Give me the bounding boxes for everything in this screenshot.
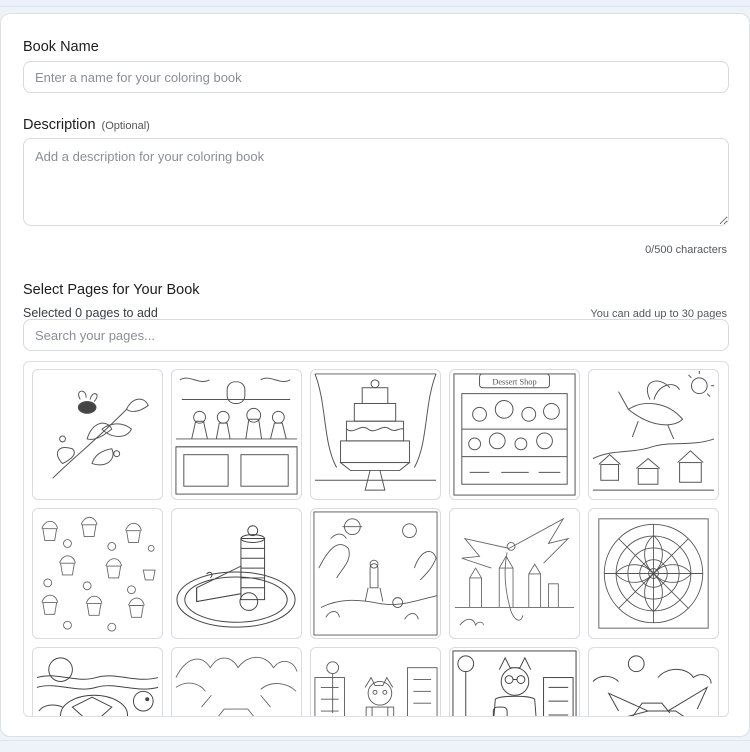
cat-city-illustration [314,661,438,716]
search-pages-input[interactable] [23,319,729,351]
selected-count: Selected 0 pages to add [23,306,158,320]
page-thumbnail-pagoda-trees[interactable] [171,647,302,716]
page-thumbnail-bee-flower[interactable] [32,369,163,500]
page-thumbnail-cupcake-pattern[interactable] [32,508,163,639]
select-pages-title: Select Pages for Your Book [23,282,200,298]
bee-flower-illustration [52,390,149,479]
page-thumbnail-cat-city-street[interactable] [310,647,441,716]
pagoda-trees-illustration [175,656,298,716]
page-thumbnail-tiered-cake-window[interactable] [310,369,441,500]
dessert-shop-illustration: Dessert Shop [453,373,576,496]
cake-stack-illustration [176,525,296,628]
dessert-shop-sign: Dessert Shop [492,377,536,386]
page-thumbnail-ice-cream-parlor[interactable] [171,369,302,500]
description-label: Description [23,117,96,133]
tiered-cake-illustration [314,373,437,491]
sea-turtle-illustration [36,657,159,716]
cat-glasses-illustration [452,650,577,716]
create-book-card: Book Name Description (Optional) 0/500 ch… [0,13,750,737]
page-thumbnail-dessert-shop[interactable]: Dessert Shop [449,369,580,500]
bottom-strip [0,740,750,752]
page-thumbnail-dragon-castle[interactable] [449,508,580,639]
page-thumbnail-flying-car[interactable] [588,647,719,716]
book-name-input[interactable] [23,61,729,93]
flying-car-illustration [592,655,712,716]
top-strip [0,0,750,7]
unicorn-village-illustration [592,370,715,491]
book-name-label: Book Name [23,39,99,55]
character-counter: 0/500 characters [645,244,727,256]
cupcake-pattern-illustration [41,516,156,632]
page-thumbnail-space-forest-explorer[interactable] [310,508,441,639]
description-label-row: Description (Optional) [23,117,150,133]
dragon-castle-illustration [454,517,575,627]
page-thumbnail-cake-stack-plate[interactable] [171,508,302,639]
page-thumbnail-cat-glasses-street[interactable] [449,647,580,716]
page-thumbnail-mandala[interactable] [588,508,719,639]
page-thumbnail-sea-turtle[interactable] [32,647,163,716]
space-forest-illustration [313,511,438,636]
page-thumbnail-unicorn-village[interactable] [588,369,719,500]
mandala-illustration [598,518,709,629]
description-textarea[interactable] [23,138,729,226]
ice-cream-parlor-illustration [175,377,298,495]
page-thumbnail-grid[interactable]: Dessert Shop [23,361,729,717]
optional-tag: (Optional) [101,120,150,132]
